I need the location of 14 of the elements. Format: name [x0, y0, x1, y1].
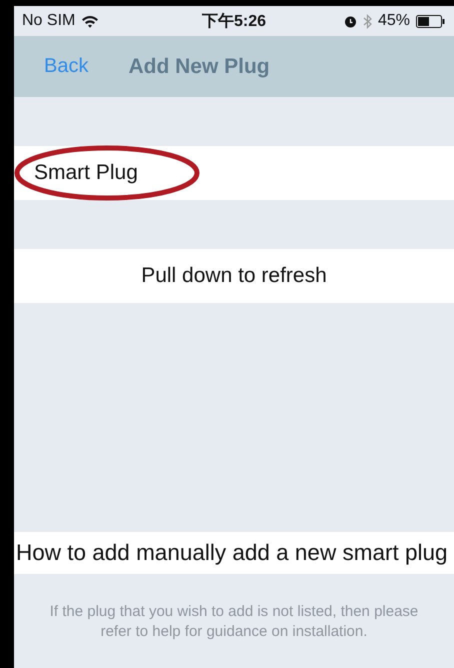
device-row[interactable]: Smart Plug — [14, 146, 454, 200]
manual-add-row[interactable]: How to add manually add a new smart plug — [14, 532, 454, 574]
carrier-label: No SIM — [22, 12, 76, 30]
wifi-icon — [81, 14, 100, 28]
clock-time: 下午5:26 — [202, 12, 266, 32]
help-note: If the plug that you wish to add is not listed, then please refer to help for guidance on installation. — [48, 602, 420, 642]
device-name: Smart Plug — [34, 161, 138, 185]
screen-title: Add New Plug — [128, 54, 270, 78]
manual-add-label: How to add manually add a new smart plug — [16, 540, 448, 566]
alarm-clock-icon — [344, 14, 357, 28]
bluetooth-icon — [362, 14, 372, 28]
refresh-hint: Pull down to refresh — [141, 264, 327, 288]
battery-percent: 45% — [378, 12, 410, 30]
battery-icon — [416, 14, 446, 28]
